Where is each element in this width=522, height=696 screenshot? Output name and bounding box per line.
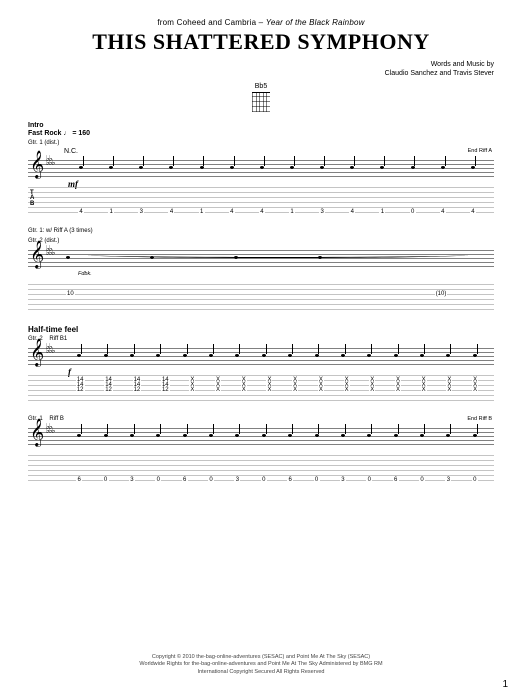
chord-block: Bb5 (28, 83, 494, 114)
tab-row-1: 413 414 413 410 44 (66, 209, 488, 215)
chord-name: Bb5 (28, 83, 494, 90)
gtr1-label: Gtr. 1 (dist.) (28, 140, 494, 146)
staff-notes-3 (66, 344, 488, 368)
tab-2: 10 (10) (28, 281, 494, 311)
system-4: ♭♭♭♭♭ End Riff B 6030 6030 6030 6030 (28, 424, 494, 482)
song-title: THIS SHATTERED SYMPHONY (28, 29, 494, 55)
album-title: Year of the Black Rainbow (266, 18, 365, 27)
feedback-label: Fdbk. (78, 271, 494, 277)
key-signature-4: ♭♭♭♭♭ (46, 425, 54, 435)
key-signature-3: ♭♭♭♭♭ (46, 345, 54, 355)
end-riff-b: End Riff B (467, 416, 492, 422)
copyright-line2: Worldwide Rights for the-bag-online-adve… (28, 661, 494, 668)
source-line: from Coheed and Cambria – Year of the Bl… (28, 18, 494, 27)
credits-line2: Claudio Sanchez and Travis Stever (28, 70, 494, 79)
system-1: ♭♭♭♭♭ mf End Riff A TAB 413 414 413 410 … (28, 156, 494, 214)
staff-notes-2 (66, 246, 488, 270)
source-prefix: from Coheed and Cambria – (157, 18, 263, 27)
system-3: ♭♭♭♭♭ f 14141414 XXXX XXXX XXXX 14141414… (28, 344, 494, 402)
tempo-marking: Fast Rock ♩ = 160 (28, 130, 494, 137)
nc-chord: N.C. (64, 148, 494, 155)
staff-1: ♭♭♭♭♭ mf End Riff A (28, 156, 494, 180)
gtr1-riff-a-label: Gtr. 1: w/ Riff A (3 times) (28, 228, 494, 234)
credits: Words and Music by Claudio Sanchez and T… (28, 61, 494, 79)
tab-row-4: 6030 6030 6030 6030 (66, 477, 488, 483)
copyright-line1: Copyright © 2010 the-bag-online-adventur… (28, 654, 494, 661)
section-intro-label: Intro (28, 122, 494, 129)
tab-4: 6030 6030 6030 6030 (28, 452, 494, 482)
copyright-line3: International Copyright Secured All Righ… (28, 669, 494, 676)
staff-3: ♭♭♭♭♭ f (28, 344, 494, 368)
end-riff-a: End Riff A (468, 148, 492, 154)
tab-3: 14141414 XXXX XXXX XXXX 14141414 XXXX XX… (28, 372, 494, 402)
tab-1: TAB 413 414 413 410 44 (28, 184, 494, 214)
tab-row-2: 10 (10) (66, 291, 488, 297)
page-number: 1 (502, 679, 508, 690)
gtr1-s4-label: Gtr. 1 Riff B (28, 416, 494, 422)
key-signature: ♭♭♭♭♭ (46, 157, 54, 167)
staff-notes-1 (66, 156, 488, 180)
gtr2-ht-label: Gtr. 2 Riff B1 (28, 336, 494, 342)
gtr2-label: Gtr. 2 (dist.) (28, 238, 494, 244)
half-time-label: Half-time feel (28, 325, 494, 334)
tab-label-icon: TAB (30, 191, 34, 208)
staff-4: ♭♭♭♭♭ End Riff B (28, 424, 494, 448)
system-2: ♭♭♭♭♭ Fdbk. 10 (10) (28, 246, 494, 311)
staff-2: ♭♭♭♭♭ (28, 246, 494, 270)
key-signature-2: ♭♭♭♭♭ (46, 247, 54, 257)
credits-line1: Words and Music by (28, 61, 494, 70)
chord-diagram (252, 92, 270, 112)
copyright: Copyright © 2010 the-bag-online-adventur… (28, 654, 494, 676)
tab-row-3c: 12121212 XXXX XXXX XXXX (66, 387, 488, 393)
staff-notes-4 (66, 424, 488, 448)
